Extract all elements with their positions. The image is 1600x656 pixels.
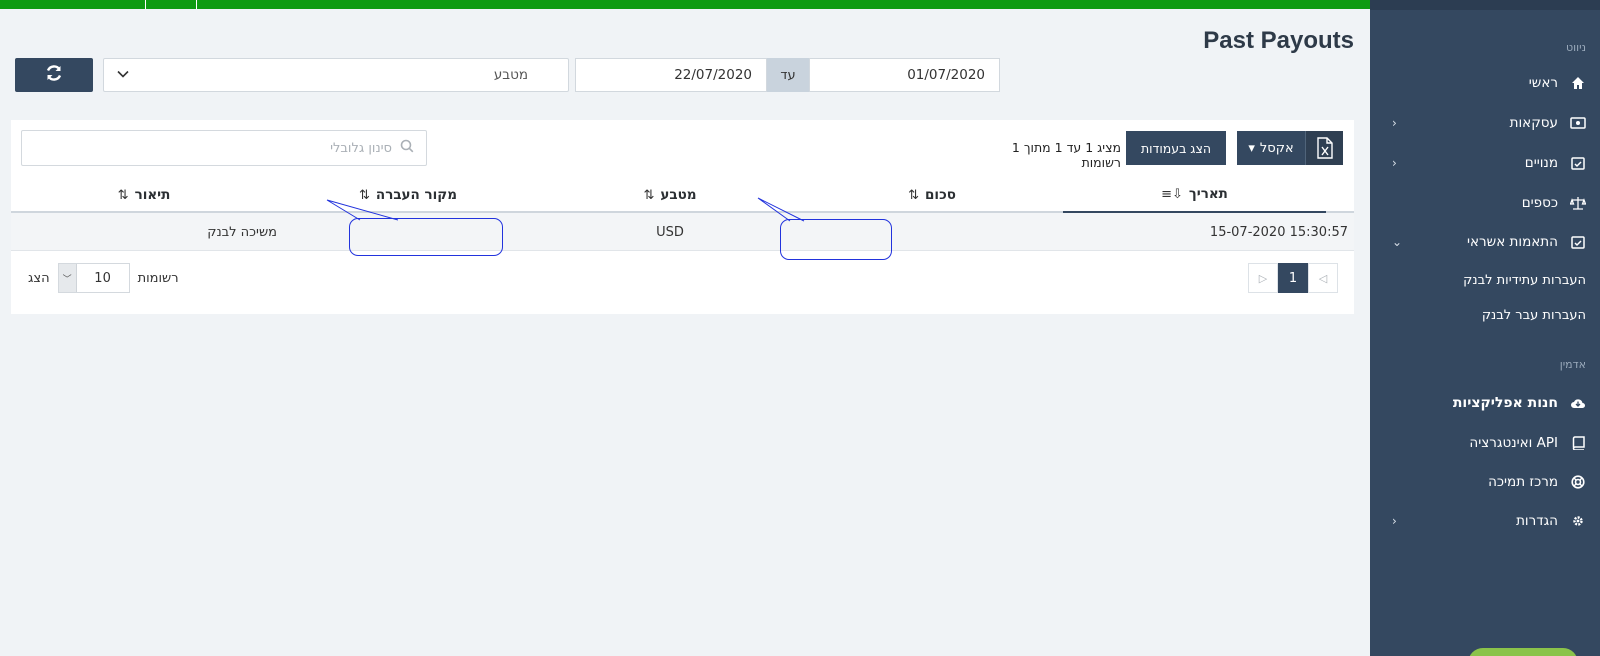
column-header-label: מקור העברה	[375, 187, 457, 203]
date-from-input[interactable]: 01/07/2020	[809, 58, 1000, 92]
sort-icon: ⇅	[908, 187, 920, 203]
refresh-icon	[44, 63, 64, 88]
sidebar-item-app-store[interactable]: חנות אפליקציות	[1370, 390, 1600, 416]
refresh-button[interactable]	[15, 58, 93, 92]
sidebar-item-finance[interactable]: כספים	[1370, 190, 1600, 216]
sidebar-item-label: כספים	[1521, 195, 1558, 211]
sidebar-section-nav: ניווט	[1566, 41, 1586, 54]
pagination: ▷ 1 ◁	[1248, 263, 1338, 293]
excel-file-icon[interactable]	[1305, 131, 1343, 165]
chevron-down-icon: ⌄	[1392, 235, 1403, 249]
cell-date: 15-07-2020 15:30:57	[1209, 224, 1348, 240]
annotation-callout	[780, 219, 892, 260]
caret-down-icon: ▾	[1248, 140, 1255, 156]
records-info: מציג 1 עד 1 מתוך 1 רשומות	[1011, 140, 1121, 170]
column-header-date[interactable]: תאריך ⇩≡	[1063, 177, 1326, 213]
column-header-source[interactable]: מקור העברה ⇅	[277, 177, 539, 213]
date-to-input[interactable]: 22/07/2020	[575, 58, 767, 92]
sidebar-item-label: עסקאות	[1509, 115, 1558, 131]
currency-select-value: מטבע	[493, 67, 528, 83]
global-search-input[interactable]: סינון גלובלי	[21, 130, 427, 166]
sort-desc-icon: ⇩≡	[1161, 186, 1183, 202]
excel-export-group[interactable]: אקסל ▾	[1237, 131, 1343, 165]
sidebar: ניווט ראשי עסקאות ‹ מנויים ‹ כספים התאמו…	[1364, 0, 1600, 656]
column-header-description[interactable]: תיאור ⇅	[11, 177, 277, 213]
topbar-divider	[145, 0, 146, 9]
currency-select[interactable]: מטבע	[103, 58, 569, 92]
chevron-left-icon: ‹	[1392, 116, 1397, 130]
sidebar-item-label: ראשי	[1528, 75, 1558, 91]
annotation-callout	[349, 218, 503, 256]
sidebar-item-settings[interactable]: הגדרות ‹	[1370, 508, 1600, 534]
chevron-down-icon	[116, 67, 130, 85]
chevron-down-icon: ﹀	[58, 264, 77, 292]
chevron-left-icon: ‹	[1392, 156, 1397, 170]
sidebar-item-label: חנות אפליקציות	[1452, 395, 1558, 411]
sidebar-item-credit-reconciliation[interactable]: התאמות אשראי ⌄	[1370, 229, 1600, 255]
sidebar-item-label: העברות עבר לבנק	[1481, 307, 1586, 323]
page-size-control: הצג ﹀ 10 רשומות	[28, 263, 179, 293]
page-size-value: 10	[94, 270, 111, 286]
sidebar-section-admin: אדמין	[1559, 358, 1586, 371]
gear-icon	[1570, 513, 1586, 529]
calendar-check-icon	[1570, 234, 1586, 250]
sort-icon: ⇅	[359, 187, 370, 203]
sidebar-item-past-bank-transfers[interactable]: העברות עבר לבנק	[1370, 302, 1600, 328]
sidebar-item-api[interactable]: API ואינטגרציה	[1370, 430, 1600, 456]
sidebar-item-label: מנויים	[1524, 155, 1558, 171]
lifebuoy-icon	[1570, 474, 1586, 490]
sidebar-item-label: העברות עתידיות לבנק	[1463, 272, 1586, 288]
home-icon	[1570, 75, 1586, 91]
sidebar-item-label: התאמות אשראי	[1467, 234, 1558, 250]
chevron-left-icon: ‹	[1392, 514, 1397, 528]
column-header-label: תאריך	[1188, 186, 1228, 202]
annotation-overlay	[326, 197, 1477, 321]
show-label: הצג	[28, 270, 50, 286]
excel-export-button[interactable]: אקסל ▾	[1237, 131, 1305, 165]
prev-page-icon[interactable]: ◁	[1308, 263, 1338, 293]
column-header-amount[interactable]: סכום ⇅	[801, 177, 1063, 213]
sidebar-item-subscriptions[interactable]: מנויים ‹	[1370, 150, 1600, 176]
sort-icon: ⇅	[643, 187, 655, 203]
column-header-label: מטבע	[660, 187, 697, 203]
cell-description: משיכה לבנק	[207, 224, 277, 240]
page-title: Past Payouts	[1203, 27, 1354, 54]
sidebar-item-support[interactable]: מרכז תמיכה	[1370, 469, 1600, 495]
column-header-currency[interactable]: מטבע ⇅	[539, 177, 801, 213]
date-range-separator: עד	[767, 58, 809, 92]
payouts-table-card: אקסל ▾ הצג בעמודות מציג 1 עד 1 מתוך 1 רש…	[11, 120, 1354, 314]
topbar-divider	[196, 0, 197, 9]
top-accent-bar	[0, 0, 1370, 9]
chat-widget-button[interactable]	[1468, 648, 1578, 656]
search-icon	[400, 139, 414, 157]
sidebar-item-transactions[interactable]: עסקאות ‹	[1370, 110, 1600, 136]
column-header-label: סכום	[925, 187, 956, 203]
cloud-download-icon	[1570, 395, 1586, 411]
book-icon	[1570, 435, 1586, 451]
records-label: רשומות	[137, 270, 179, 286]
sidebar-top	[1370, 0, 1600, 10]
table-row[interactable]: 15-07-2020 15:30:57 USD משיכה לבנק	[11, 213, 1354, 251]
page-size-select[interactable]: ﹀ 10	[57, 263, 130, 293]
calendar-check-icon	[1570, 155, 1586, 171]
table-header: תאריך ⇩≡ סכום ⇅ מטבע ⇅ מקור העברה ⇅ תיאו…	[11, 177, 1354, 213]
sidebar-item-future-bank-transfers[interactable]: העברות עתידיות לבנק	[1370, 267, 1600, 293]
cell-currency: USD	[656, 224, 684, 240]
sidebar-item-label: הגדרות	[1516, 513, 1558, 529]
money-icon	[1570, 115, 1586, 131]
excel-export-label: אקסל	[1259, 140, 1294, 156]
page-button[interactable]: 1	[1278, 263, 1308, 293]
next-page-icon[interactable]: ▷	[1248, 263, 1278, 293]
sort-icon: ⇅	[117, 187, 129, 203]
column-header-label: תיאור	[134, 187, 171, 203]
sidebar-item-label: מרכז תמיכה	[1488, 474, 1558, 490]
show-columns-button[interactable]: הצג בעמודות	[1126, 131, 1226, 165]
scale-icon	[1570, 195, 1586, 211]
search-placeholder: סינון גלובלי	[330, 140, 392, 156]
sidebar-item-label: API ואינטגרציה	[1469, 435, 1558, 451]
sidebar-item-home[interactable]: ראשי	[1370, 70, 1600, 96]
